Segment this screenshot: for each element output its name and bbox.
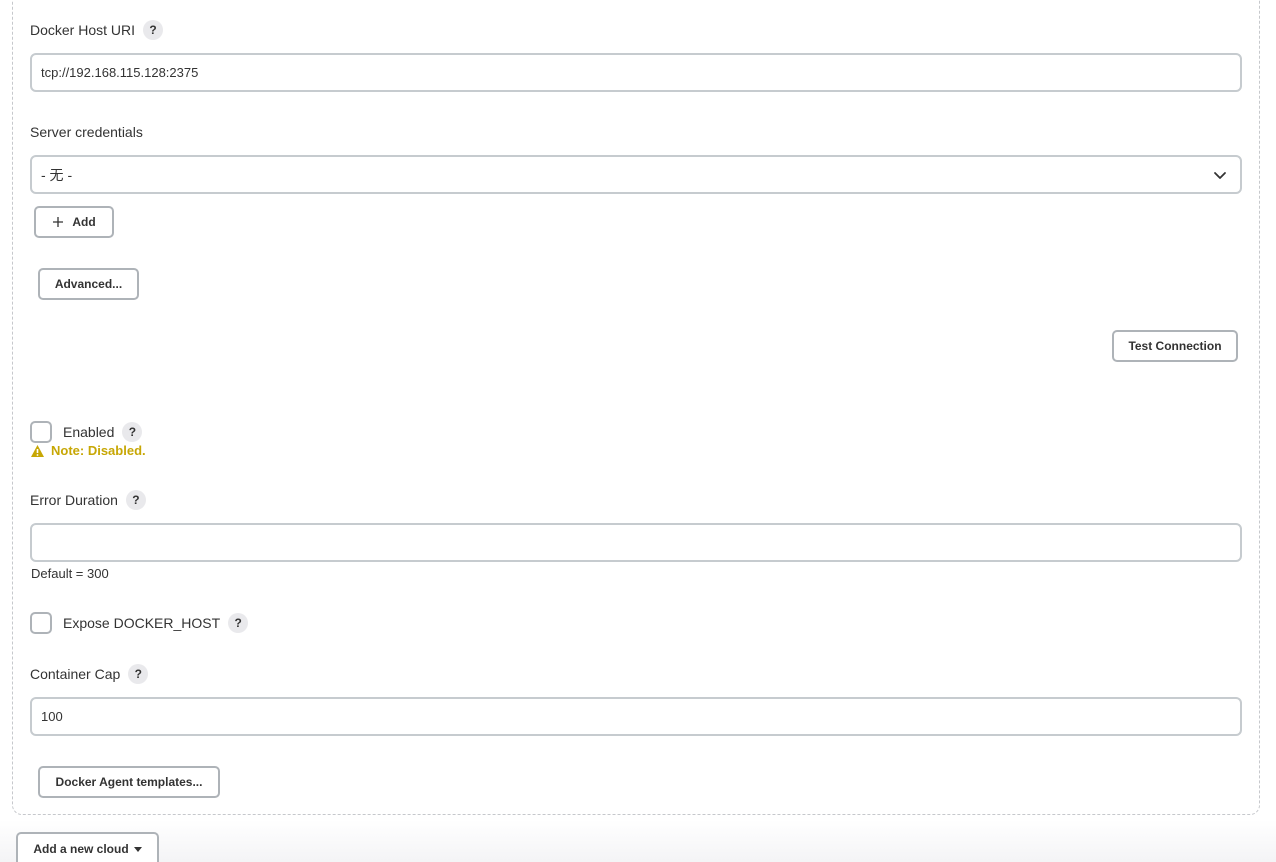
docker-host-uri-label-row: Docker Host URI ?	[30, 20, 164, 40]
caret-down-icon	[133, 847, 142, 852]
plus-icon	[53, 217, 64, 227]
container-cap-label: Container Cap	[30, 666, 121, 682]
docker-host-uri-label: Docker Host URI	[30, 22, 136, 38]
advanced-button[interactable]: Advanced...	[38, 268, 139, 300]
container-cap-help-icon[interactable]: ?	[128, 664, 149, 684]
expose-docker-host-label-row: Expose DOCKER_HOST ?	[63, 613, 249, 633]
error-duration-input[interactable]	[30, 523, 1242, 562]
advanced-label: Advanced...	[54, 277, 123, 291]
enabled-label-row: Enabled ?	[63, 422, 143, 442]
error-duration-hint: Default = 300	[31, 566, 109, 581]
bottom-bar	[0, 820, 1276, 862]
server-credentials-selected-value: - 无 -	[41, 166, 73, 183]
server-credentials-select[interactable]: - 无 -	[30, 155, 1242, 194]
expose-docker-host-label: Expose DOCKER_HOST	[63, 615, 221, 631]
enabled-label: Enabled	[63, 424, 115, 440]
error-duration-help-icon[interactable]: ?	[125, 490, 146, 510]
error-duration-label: Error Duration	[30, 492, 118, 508]
warning-icon	[31, 444, 44, 457]
add-new-cloud-label: Add a new cloud	[33, 842, 129, 856]
test-connection-label: Test Connection	[1128, 339, 1222, 353]
expose-docker-host-checkbox[interactable]	[30, 612, 52, 634]
docker-host-uri-help-icon[interactable]: ?	[143, 20, 164, 40]
server-credentials-label-row: Server credentials	[30, 124, 143, 140]
add-new-cloud-button[interactable]: Add a new cloud	[16, 832, 159, 862]
error-duration-label-row: Error Duration ?	[30, 490, 146, 510]
server-credentials-label: Server credentials	[30, 124, 143, 140]
chevron-down-icon	[1214, 172, 1226, 179]
enabled-checkbox[interactable]	[30, 421, 52, 443]
docker-host-uri-input[interactable]	[30, 53, 1242, 92]
add-credentials-button[interactable]: Add	[34, 206, 114, 238]
docker-agent-templates-label: Docker Agent templates...	[55, 775, 203, 789]
enabled-help-icon[interactable]: ?	[122, 422, 143, 442]
cloud-config-panel	[12, 0, 1260, 815]
add-credentials-label: Add	[72, 215, 96, 229]
expose-docker-host-help-icon[interactable]: ?	[228, 613, 249, 633]
disabled-warning: Note: Disabled.	[30, 443, 146, 458]
disabled-note: Note: Disabled.	[51, 443, 146, 458]
test-connection-button[interactable]: Test Connection	[1112, 330, 1238, 362]
docker-agent-templates-button[interactable]: Docker Agent templates...	[38, 766, 220, 798]
container-cap-label-row: Container Cap ?	[30, 664, 149, 684]
container-cap-input[interactable]	[30, 697, 1242, 736]
